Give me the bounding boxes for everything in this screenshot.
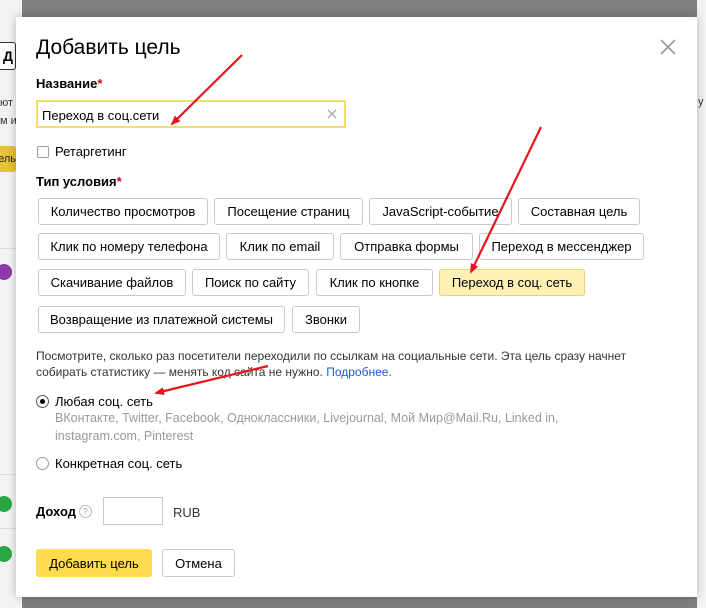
retargeting-label: Ретаргетинг bbox=[55, 144, 127, 159]
background-right-strip: у bbox=[697, 0, 706, 608]
type-button-form-submit[interactable]: Отправка формы bbox=[340, 233, 473, 260]
income-label: Доход ? bbox=[36, 504, 92, 519]
name-label: Название* bbox=[36, 76, 103, 91]
cancel-button[interactable]: Отмена bbox=[162, 549, 235, 577]
goal-description: Посмотрите, сколько раз посетители перех… bbox=[36, 349, 627, 379]
dialog-title: Добавить цель bbox=[36, 36, 181, 59]
type-button-button-click[interactable]: Клик по кнопке bbox=[316, 269, 433, 296]
background-yellow-button: ель bbox=[0, 146, 16, 172]
details-link[interactable]: Подробнее bbox=[326, 365, 388, 379]
retargeting-option[interactable]: Ретаргетинг bbox=[37, 144, 127, 159]
background-text: ют bbox=[0, 97, 14, 109]
type-button-page-visits[interactable]: Посещение страниц bbox=[214, 198, 363, 225]
add-goal-dialog: Добавить цель Название* Ретаргетинг Тип … bbox=[16, 17, 697, 597]
type-button-phone-click[interactable]: Клик по номеру телефона bbox=[38, 233, 220, 260]
any-network-option[interactable]: Любая соц. сеть bbox=[36, 394, 153, 409]
type-button-javascript-event[interactable]: JavaScript-событие bbox=[369, 198, 512, 225]
condition-type-label: Тип условия* bbox=[36, 174, 122, 189]
specific-network-radio[interactable] bbox=[36, 457, 49, 470]
add-goal-button[interactable]: Добавить цель bbox=[36, 549, 152, 577]
background-status-icon bbox=[0, 264, 12, 280]
background-phone-icon bbox=[0, 496, 12, 512]
type-button-pageviews[interactable]: Количество просмотров bbox=[38, 198, 208, 225]
specific-network-label: Конкретная соц. сеть bbox=[55, 456, 183, 471]
background-text: м и bbox=[0, 115, 17, 127]
any-network-radio[interactable] bbox=[36, 395, 49, 408]
background-phone-icon bbox=[0, 546, 12, 562]
background-button: Д bbox=[0, 42, 16, 70]
retargeting-checkbox[interactable] bbox=[37, 145, 49, 158]
currency-label: RUB bbox=[173, 505, 201, 520]
type-button-payment-return[interactable]: Возвращение из платежной системы bbox=[38, 306, 285, 333]
clear-input-icon[interactable] bbox=[326, 108, 338, 120]
type-button-social-network[interactable]: Переход в соц. сеть bbox=[439, 269, 585, 296]
close-icon[interactable] bbox=[658, 37, 678, 57]
any-network-list: ВКонтакте, Twitter, Facebook, Одноклассн… bbox=[55, 411, 559, 443]
type-button-composite-goal[interactable]: Составная цель bbox=[518, 198, 640, 225]
type-button-site-search[interactable]: Поиск по сайту bbox=[192, 269, 309, 296]
any-network-label: Любая соц. сеть bbox=[55, 394, 153, 409]
type-button-email-click[interactable]: Клик по email bbox=[226, 233, 334, 260]
help-icon[interactable]: ? bbox=[78, 505, 92, 518]
goal-name-field bbox=[36, 100, 346, 128]
type-button-calls[interactable]: Звонки bbox=[292, 306, 360, 333]
specific-network-option[interactable]: Конкретная соц. сеть bbox=[36, 456, 182, 471]
goal-name-input[interactable] bbox=[42, 105, 312, 125]
type-button-messenger[interactable]: Переход в мессенджер bbox=[479, 233, 644, 260]
type-button-file-download[interactable]: Скачивание файлов bbox=[38, 269, 186, 296]
background-text: у bbox=[698, 96, 704, 108]
income-input[interactable] bbox=[103, 497, 163, 525]
